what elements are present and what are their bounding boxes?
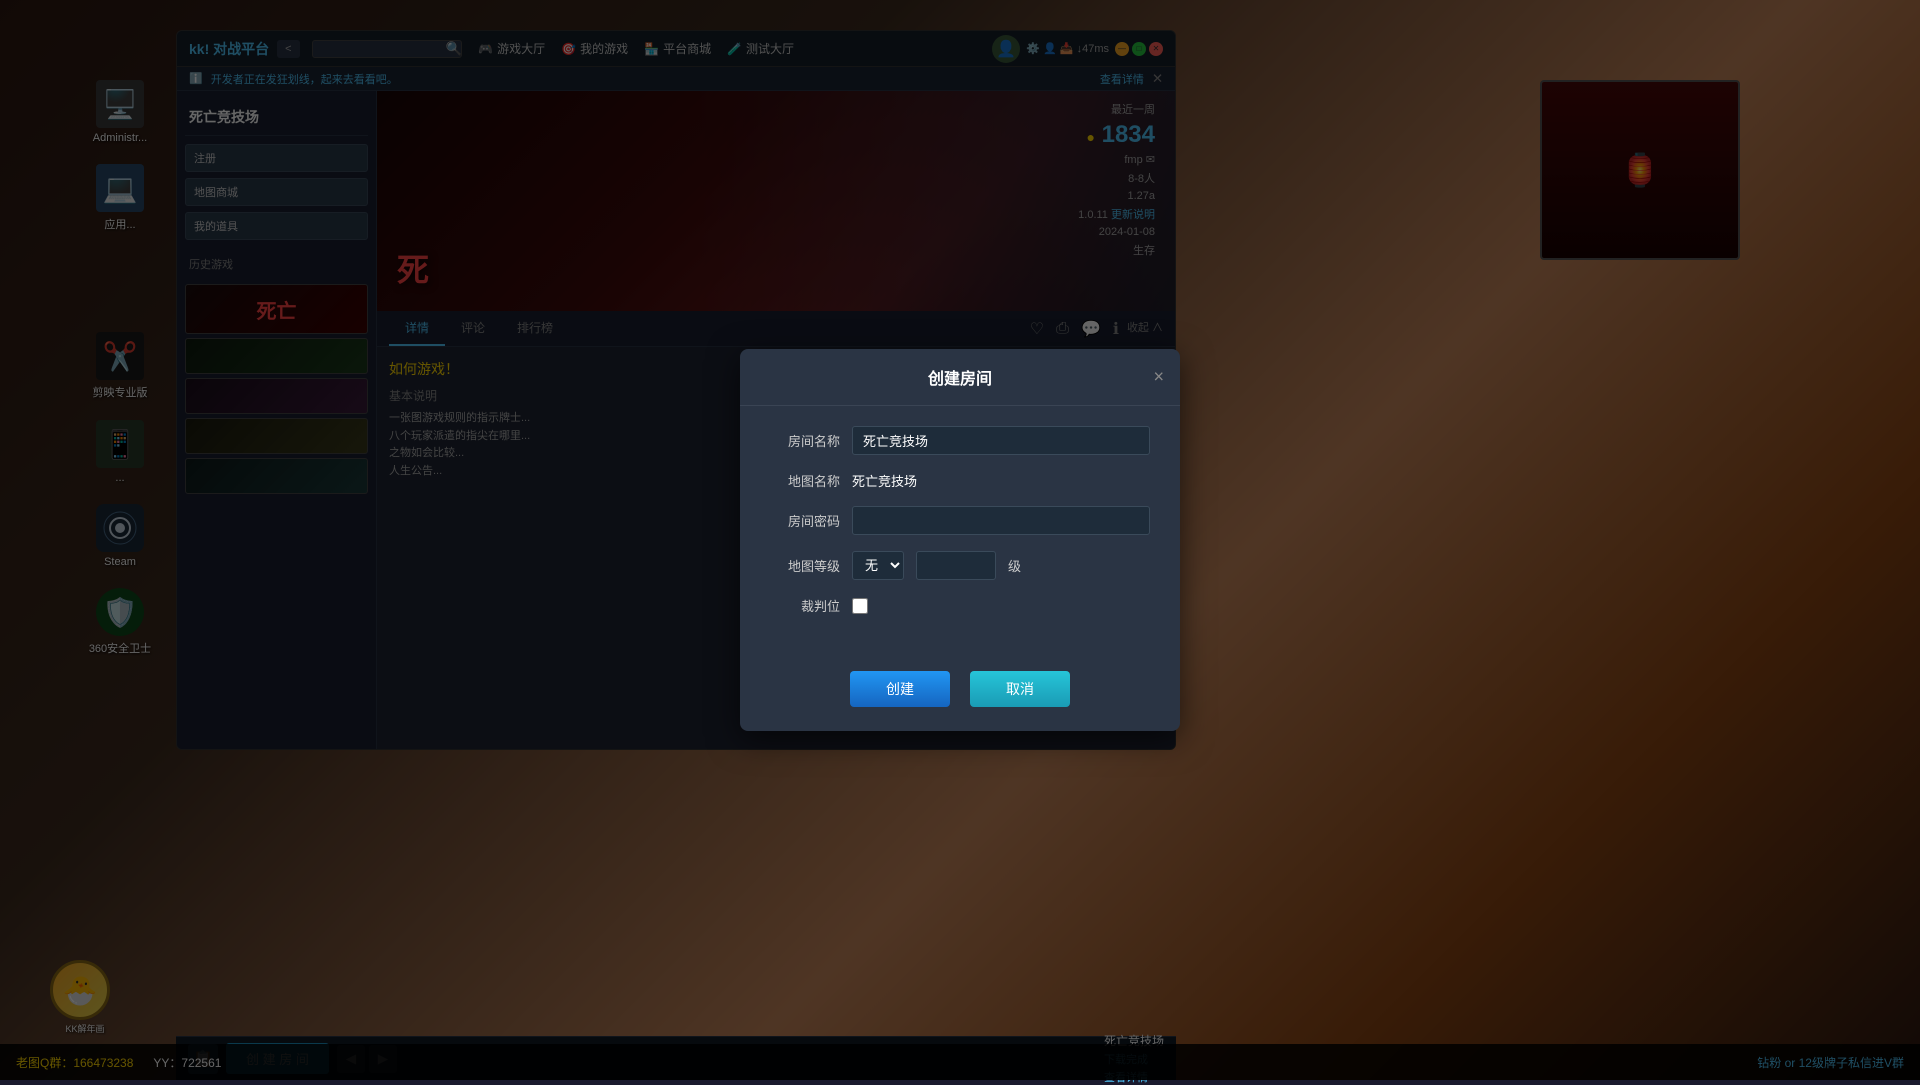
password-label: 房间密码: [770, 511, 840, 530]
dialog-title: 创建房间: [928, 365, 992, 389]
room-name-label: 房间名称: [770, 431, 840, 450]
map-level-unit: 级: [1008, 556, 1021, 575]
form-row-map-name: 地图名称 死亡竞技场: [770, 471, 1150, 490]
form-row-referee: 裁判位: [770, 596, 1150, 615]
referee-checkbox[interactable]: [852, 598, 868, 614]
map-level-input[interactable]: [916, 551, 996, 580]
room-name-input[interactable]: [852, 426, 1150, 455]
dialog-close-button[interactable]: ×: [1153, 367, 1164, 388]
cancel-dialog-button[interactable]: 取消: [970, 671, 1070, 707]
modal-overlay: 创建房间 × 房间名称 地图名称 死亡竞技场 房间密码 地图等级: [0, 0, 1920, 1080]
dialog-body: 房间名称 地图名称 死亡竞技场 房间密码 地图等级 无 级: [740, 406, 1180, 651]
form-row-room-name: 房间名称: [770, 426, 1150, 455]
password-input[interactable]: [852, 506, 1150, 535]
referee-label: 裁判位: [770, 596, 840, 615]
dialog-footer: 创建 取消: [740, 651, 1180, 731]
create-room-dialog: 创建房间 × 房间名称 地图名称 死亡竞技场 房间密码 地图等级: [740, 349, 1180, 731]
form-row-password: 房间密码: [770, 506, 1150, 535]
map-name-label: 地图名称: [770, 471, 840, 490]
map-level-select[interactable]: 无: [852, 551, 904, 580]
form-row-map-level: 地图等级 无 级: [770, 551, 1150, 580]
map-level-label: 地图等级: [770, 556, 840, 575]
confirm-create-button[interactable]: 创建: [850, 671, 950, 707]
dialog-header: 创建房间 ×: [740, 349, 1180, 406]
map-name-value: 死亡竞技场: [852, 471, 917, 490]
